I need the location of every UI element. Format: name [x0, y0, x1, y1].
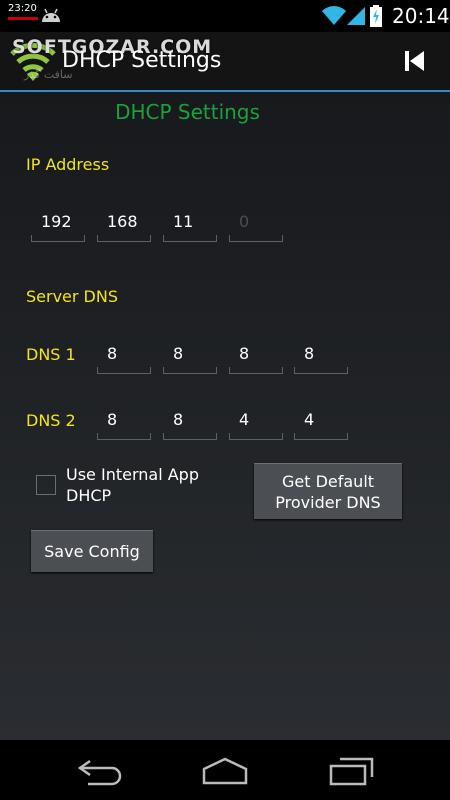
save-config-button[interactable]: Save Config: [31, 530, 153, 572]
back-nav-icon[interactable]: [76, 755, 124, 787]
dns2-octet-3-input[interactable]: 4: [229, 408, 283, 440]
dns2-label: DNS 2: [26, 411, 76, 430]
ip-octet-2-input[interactable]: 168: [97, 210, 151, 242]
wifi-icon: [322, 6, 346, 26]
battery-charging-icon: [370, 5, 382, 27]
dns1-octet-3-input[interactable]: 8: [229, 342, 283, 374]
get-provider-dns-button[interactable]: Get Default Provider DNS: [254, 463, 402, 519]
dns2-octet-2-input[interactable]: 8: [163, 408, 217, 440]
ip-address-label: IP Address: [26, 155, 110, 174]
action-bar-title: DHCP Settings: [62, 48, 222, 73]
dns1-label: DNS 1: [26, 345, 76, 364]
home-nav-icon[interactable]: [200, 755, 250, 787]
dns1-octet-2-input[interactable]: 8: [163, 342, 217, 374]
status-bar: 23:20 20:14: [0, 0, 450, 32]
notification-time: 23:20: [8, 3, 37, 14]
recent-apps-nav-icon[interactable]: [328, 755, 376, 787]
dns1-octet-1-input[interactable]: 8: [97, 342, 151, 374]
android-notification-icon: [42, 8, 60, 22]
internal-dhcp-label[interactable]: Use Internal App DHCP: [66, 464, 216, 506]
internal-dhcp-checkbox[interactable]: [36, 475, 56, 495]
signal-icon: [347, 7, 365, 25]
clock: 20:14: [392, 4, 450, 28]
screen-title: DHCP Settings: [115, 100, 260, 124]
notification-indicator: [8, 17, 38, 20]
ip-octet-1-input[interactable]: 192: [31, 210, 85, 242]
skip-back-icon[interactable]: [400, 48, 428, 74]
server-dns-label: Server DNS: [26, 287, 118, 306]
dns2-octet-4-input[interactable]: 4: [294, 408, 348, 440]
ip-octet-3-input[interactable]: 11: [163, 210, 217, 242]
ip-octet-4-input[interactable]: 0: [229, 210, 283, 242]
dns1-octet-4-input[interactable]: 8: [294, 342, 348, 374]
dns2-octet-1-input[interactable]: 8: [97, 408, 151, 440]
